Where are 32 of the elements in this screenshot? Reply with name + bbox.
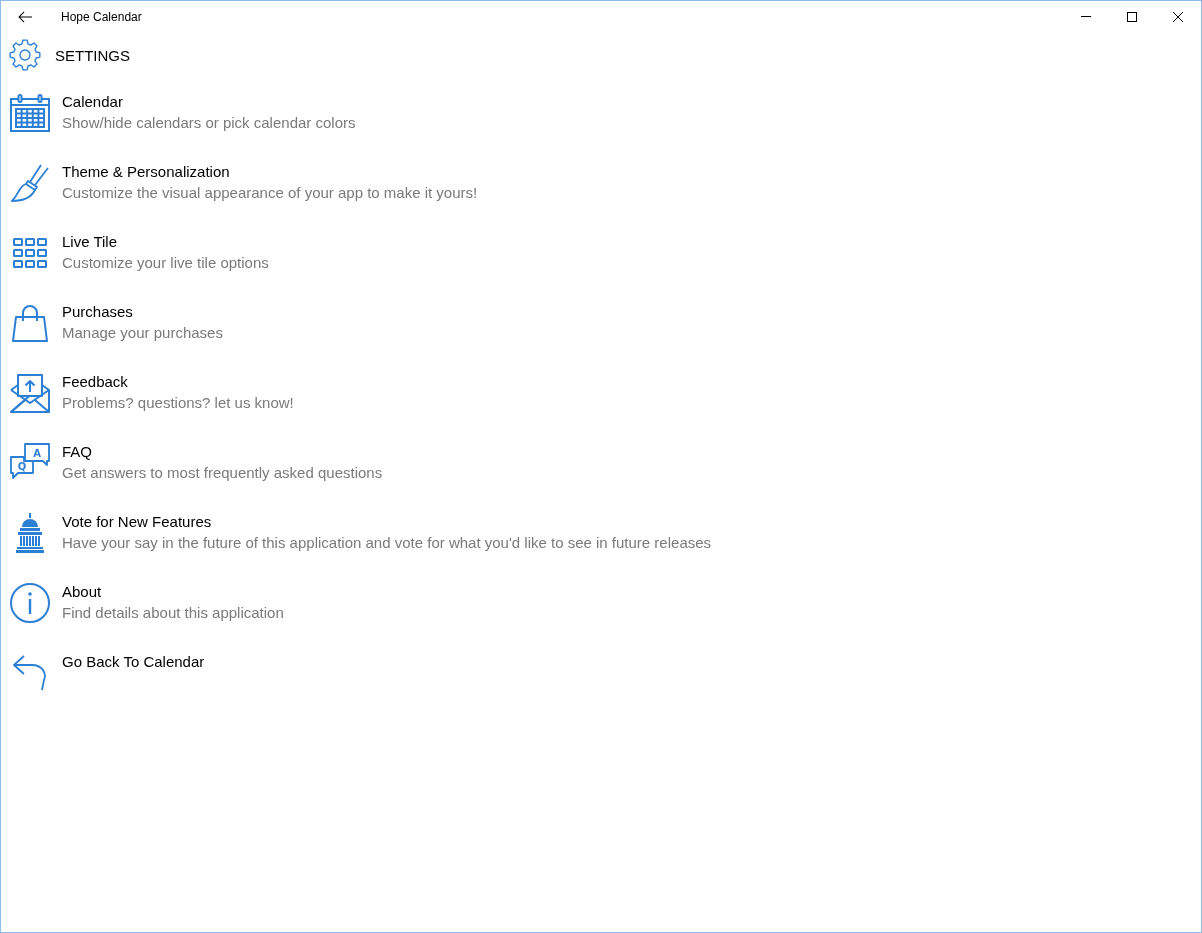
menu-item-title[interactable]: Vote for New Features [62,512,212,532]
menu-item-title[interactable]: Live Tile [62,232,118,252]
menu-item-description: Manage your purchases [62,323,223,343]
settings-icon [9,39,41,71]
menu-item-title[interactable]: Theme & Personalization [62,162,230,182]
curved-arrow-icon [13,655,47,691]
menu-item-title[interactable]: Go Back To Calendar [62,652,205,672]
paintbrush-icon [11,164,49,202]
window-title: Hope Calendar [61,9,142,24]
shopping-bag-icon [12,304,48,342]
menu-item-title[interactable]: FAQ [62,442,92,462]
maximize-icon [1127,11,1137,22]
menu-item-description: Customize your live tile options [62,253,269,273]
domed-building-icon [16,513,44,553]
menu-item-description: Problems? questions? let us know! [62,393,294,413]
menu-item-description: Customize the visual appearance of your app to make it yours! [62,183,478,203]
menu-item-title[interactable]: Purchases [62,302,133,322]
page-title: SETTINGS [55,46,130,64]
minimize-icon [1081,16,1091,17]
close-icon [1173,11,1183,22]
menu-item-title[interactable]: Feedback [62,372,128,392]
menu-item-description: Find details about this application [62,603,284,623]
menu-item-title[interactable]: About [62,582,102,602]
calendar-icon [10,94,50,132]
envelope-icon [10,373,50,413]
menu-item-description: Show/hide calendars or pick calendar colors [62,113,356,133]
back-arrow-icon [18,10,32,23]
grid-icon [13,238,47,268]
menu-item-description: Have your say in the future of this application and vote for what you'd like to see in future releases [62,533,712,553]
menu-item-title[interactable]: Calendar [62,92,123,112]
menu-item-description: Get answers to most frequently asked questions [62,463,383,483]
info-icon [10,583,50,623]
